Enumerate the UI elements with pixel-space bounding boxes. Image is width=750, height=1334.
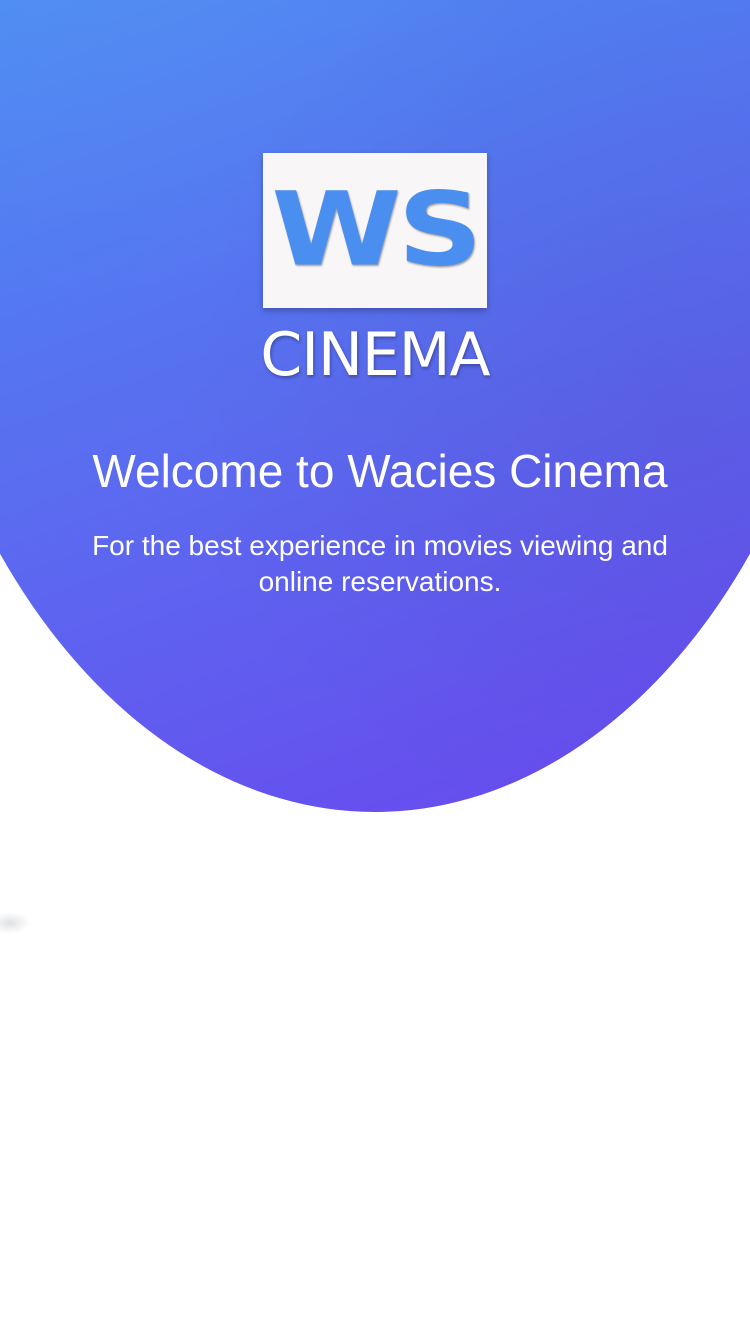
logo-mark: WS xyxy=(271,169,482,288)
decorative-smudge xyxy=(0,912,30,934)
welcome-title: Welcome to Wacies Cinema xyxy=(92,445,668,497)
hero-background xyxy=(0,0,750,812)
splash-screen: WS CINEMA Welcome to Wacies Cinema For t… xyxy=(0,0,750,1334)
logo-wordmark: CINEMA xyxy=(260,320,490,390)
welcome-subtitle: For the best experience in movies viewin… xyxy=(92,530,668,597)
app-logo: WS xyxy=(263,153,487,308)
